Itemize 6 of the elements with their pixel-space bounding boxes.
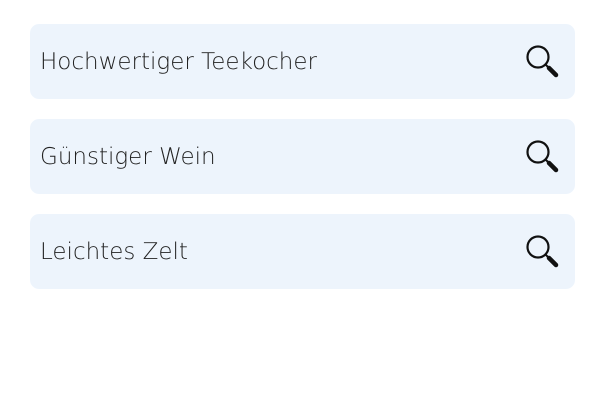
search-field[interactable]: Leichtes Zelt (30, 214, 575, 289)
search-field[interactable]: Hochwertiger Teekocher (30, 24, 575, 99)
search-icon[interactable] (525, 139, 559, 173)
search-field[interactable]: Günstiger Wein (30, 119, 575, 194)
search-icon[interactable] (525, 44, 559, 78)
search-icon[interactable] (525, 234, 559, 268)
